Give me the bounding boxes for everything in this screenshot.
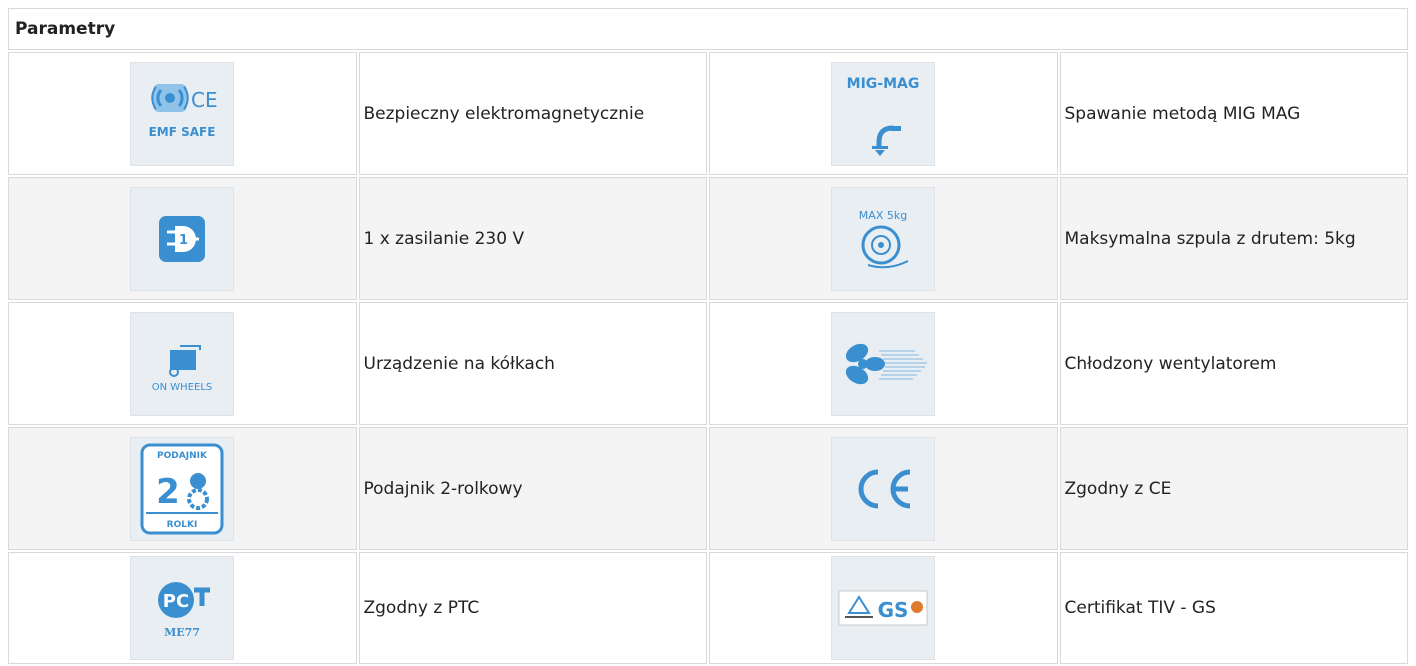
table-row: 1 1 x zasilanie 230 V MAX 5kg Maksymalna… — [8, 177, 1408, 300]
feature-label: Zgodny z PTC — [358, 552, 707, 664]
svg-text:CE: CE — [191, 88, 218, 112]
wire-spool-icon: MAX 5kg — [831, 186, 936, 291]
table-header: Parametry — [8, 8, 1408, 50]
power-plug-icon: 1 — [130, 186, 235, 291]
svg-text:PODAJNIK: PODAJNIK — [157, 451, 208, 461]
feature-label: Maksymalna szpula z drutem: 5kg — [1059, 177, 1408, 300]
ptc-mark-icon: PC ME77 — [130, 556, 235, 660]
feature-icon-cell: MIG-MAG — [709, 52, 1058, 175]
feature-label: Podajnik 2-rolkowy — [358, 427, 707, 550]
emf-safe-icon: CE EMF SAFE — [130, 61, 235, 166]
feature-label: Urządzenie na kółkach — [358, 302, 707, 425]
feature-icon-cell: 1 — [8, 177, 357, 300]
svg-text:2: 2 — [156, 472, 180, 512]
feature-label: Chłodzony wentylatorem — [1059, 302, 1408, 425]
table-row: CE EMF SAFE Bezpieczny elektromagnetyczn… — [8, 52, 1408, 175]
svg-text:1: 1 — [179, 233, 188, 248]
mig-mag-icon: MIG-MAG — [831, 61, 936, 166]
feature-label: Spawanie metodą MIG MAG — [1059, 52, 1408, 175]
svg-text:ROLKI: ROLKI — [167, 520, 198, 530]
table-row: PODAJNIK 2 ROLKI Podajnik 2-rolkowy Zgod… — [8, 427, 1408, 550]
table-row: ON WHEELS Urządzenie na kółkach Chłodzon… — [8, 302, 1408, 425]
max-5kg-text: MAX 5kg — [859, 209, 907, 222]
feature-label: Certifikat TIV - GS — [1059, 552, 1408, 664]
feature-icon-cell: PODAJNIK 2 ROLKI — [8, 427, 357, 550]
feeder-2-rollers-icon: PODAJNIK 2 ROLKI — [130, 436, 235, 541]
feature-icon-cell: PC ME77 — [8, 552, 357, 664]
feature-label: Zgodny z CE — [1059, 427, 1408, 550]
parameters-panel: Parametry CE EMF SAFE Bezpieczny elektro… — [6, 6, 1410, 666]
feature-icon-cell: CE EMF SAFE — [8, 52, 357, 175]
feature-icon-cell — [709, 427, 1058, 550]
on-wheels-text: ON WHEELS — [152, 382, 213, 393]
ce-mark-icon — [831, 436, 936, 541]
table-header-row: Parametry — [8, 8, 1408, 50]
fan-cooling-icon — [831, 311, 936, 416]
parameters-table: Parametry CE EMF SAFE Bezpieczny elektro… — [6, 6, 1410, 666]
feature-icon-cell: GS — [709, 552, 1058, 664]
table-row: PC ME77 Zgodny z PTC GS Certifikat TIV -… — [8, 552, 1408, 664]
feature-icon-cell — [709, 302, 1058, 425]
feature-icon-cell: ON WHEELS — [8, 302, 357, 425]
feature-label: Bezpieczny elektromagnetycznie — [358, 52, 707, 175]
me77-text: ME77 — [164, 626, 200, 639]
svg-text:PC: PC — [163, 591, 189, 612]
svg-text:GS: GS — [878, 598, 909, 622]
mig-mag-text: MIG-MAG — [847, 76, 920, 92]
feature-label: 1 x zasilanie 230 V — [358, 177, 707, 300]
feature-icon-cell: MAX 5kg — [709, 177, 1058, 300]
on-wheels-icon: ON WHEELS — [130, 311, 235, 416]
emf-safe-text: EMF SAFE — [149, 125, 216, 139]
tuv-gs-icon: GS — [831, 556, 936, 660]
